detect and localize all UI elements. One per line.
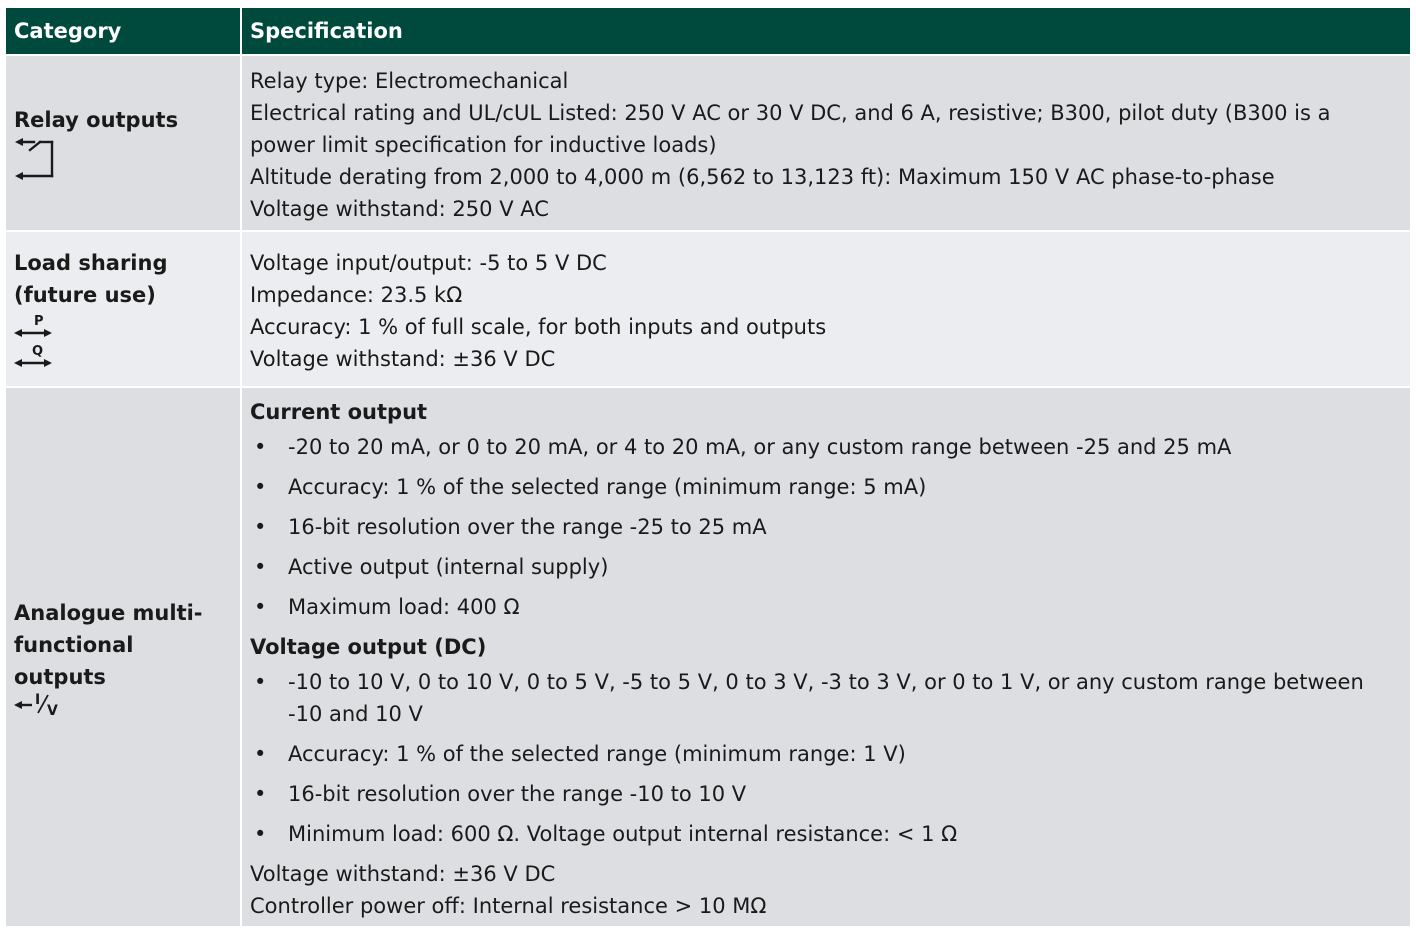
specification-table: Category Specification Relay outputs Rel…: [6, 8, 1412, 928]
spec-line: Relay type: Electromechanical: [250, 69, 569, 93]
current-output-heading: Current output: [250, 400, 428, 424]
category-cell-relay: Relay outputs: [6, 55, 242, 232]
spec-line: Impedance: 23.5 kΩ: [250, 283, 463, 307]
current-voltage-output-icon: I V: [14, 693, 58, 717]
table-row-analogue-outputs: Analogue multi- functional outputs I V C…: [6, 387, 1412, 928]
category-label-line: Load sharing: [14, 251, 168, 275]
active-power-label: P: [34, 314, 44, 329]
spec-line: Controller power off: Internal resistanc…: [250, 894, 767, 918]
spec-line: Voltage withstand: ±36 V DC: [250, 347, 556, 371]
active-power-arrow-icon: P: [14, 314, 52, 337]
specification-column-header: Specification: [241, 8, 1412, 56]
spec-line: Voltage withstand: 250 V AC: [250, 197, 549, 221]
list-item: • -10 to 10 V, 0 to 10 V, 0 to 5 V, -5 to…: [254, 670, 1364, 726]
list-item: • Accuracy: 1 % of the selected range (mi…: [254, 742, 906, 766]
category-cell-load-sharing: Load sharing (future use) P Q: [6, 231, 242, 388]
voltage-label: V: [47, 703, 58, 717]
specification-cell-load-sharing: Voltage input/output: -5 to 5 V DC Imped…: [241, 231, 1412, 388]
table-row-relay-outputs: Relay outputs Relay type: Electromechani…: [6, 55, 1412, 232]
list-item: • 16-bit resolution over the range -25 to…: [254, 515, 767, 539]
relay-contact-icon: [15, 138, 54, 180]
spec-line: Voltage input/output: -5 to 5 V DC: [250, 251, 607, 275]
category-label-line: (future use): [14, 283, 156, 307]
spec-line: Electrical rating and UL/cUL Listed: 250…: [250, 101, 1331, 157]
category-column-header: Category: [6, 8, 242, 56]
category-label-line: Analogue multi-: [14, 601, 203, 625]
category-cell-analogue: Analogue multi- functional outputs I V: [6, 387, 242, 928]
spec-line: Accuracy: 1 % of full scale, for both in…: [250, 315, 827, 339]
current-output-list: • -20 to 20 mA, or 0 to 20 mA, or 4 to 20…: [250, 431, 1402, 623]
list-item: • 16-bit resolution over the range -10 to…: [254, 782, 747, 806]
list-item: • Accuracy: 1 % of the selected range (mi…: [254, 475, 927, 499]
list-item: • Minimum load: 600 Ω. Voltage output int…: [254, 822, 958, 846]
table-header-row: Category Specification: [6, 8, 1412, 56]
specification-cell-analogue: Current output • -20 to 20 mA, or 0 to 20…: [241, 387, 1412, 928]
list-item: • Active output (internal supply): [254, 555, 609, 579]
voltage-output-list: • -10 to 10 V, 0 to 10 V, 0 to 5 V, -5 to…: [250, 666, 1402, 850]
category-label-line: functional outputs: [14, 633, 134, 689]
table-row-load-sharing: Load sharing (future use) P Q Voltage in…: [6, 231, 1412, 388]
specification-cell-relay: Relay type: Electromechanical Electrical…: [241, 55, 1412, 232]
category-label-relay: Relay outputs: [14, 108, 179, 132]
current-label: I: [35, 693, 40, 708]
spec-line: Voltage withstand: ±36 V DC: [250, 862, 556, 886]
list-item: • -20 to 20 mA, or 0 to 20 mA, or 4 to 20…: [254, 435, 1232, 459]
reactive-power-label: Q: [32, 344, 43, 359]
spec-line: Altitude derating from 2,000 to 4,000 m …: [250, 165, 1275, 189]
list-item: • Maximum load: 400 Ω: [254, 595, 520, 619]
voltage-output-heading: Voltage output (DC): [250, 635, 487, 659]
reactive-power-arrow-icon: Q: [14, 344, 52, 367]
